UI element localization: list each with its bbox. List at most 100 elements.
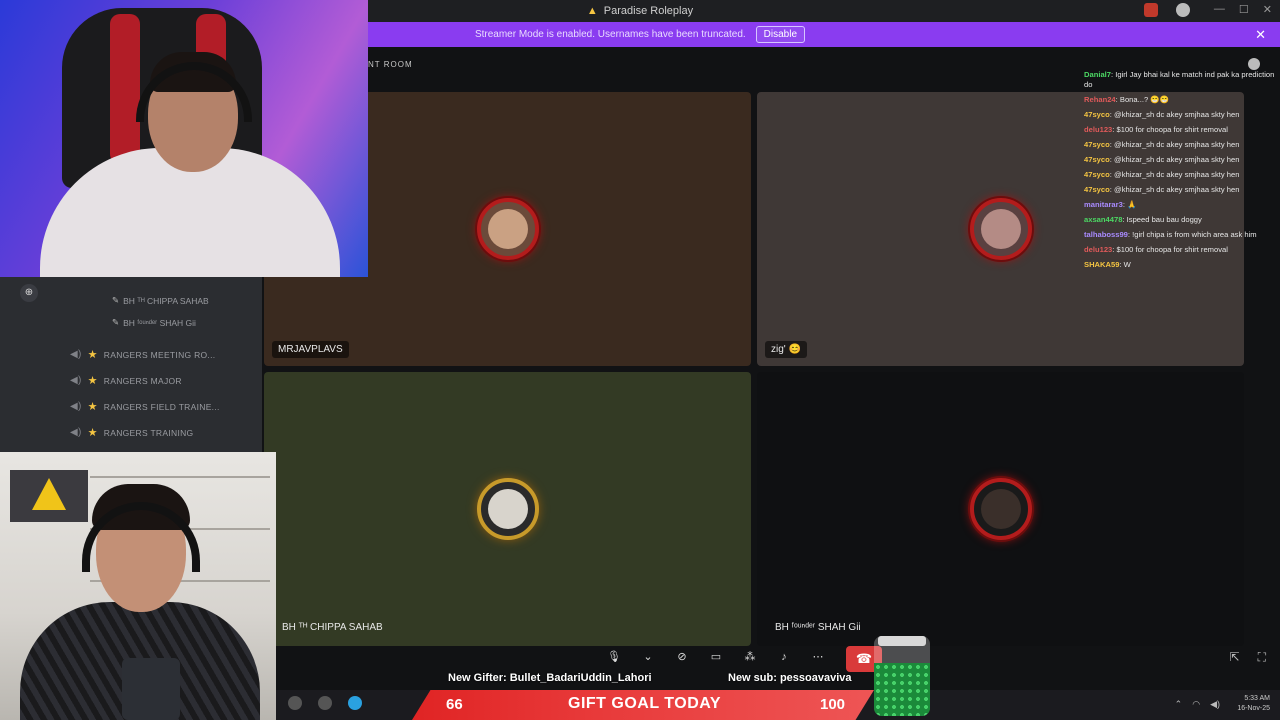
channel-rangers-major[interactable]: ◀) ★ RANGERS MAJOR (70, 374, 182, 387)
chat-message: 47syco: @khizar_sh dc akey smjhaa skty h… (1084, 155, 1276, 165)
banner-message: Streamer Mode is enabled. Usernames have… (474, 29, 746, 40)
channel-label: RANGERS MAJOR (103, 375, 182, 386)
chat-username: Danial7 (1084, 70, 1112, 79)
disable-button[interactable]: Disable (755, 26, 806, 43)
goal-title: GIFT GOAL TODAY (568, 695, 721, 712)
chat-username: 47syco (1084, 170, 1110, 179)
chat-text: : @khizar_sh dc akey smjhaa skty hen (1109, 110, 1240, 119)
voice-tile-3[interactable]: BH ᵀᴴ CHIPPA SAHAB (264, 372, 751, 646)
chat-message: Rehan24: Bona...? 😁😁 (1084, 95, 1276, 105)
chat-text: : @khizar_sh dc akey smjhaa skty hen (1109, 140, 1240, 149)
screen-share-icon[interactable]: ▭ (707, 648, 725, 666)
chat-text: : $100 for choopa for shirt removal (1112, 125, 1228, 134)
participant-name: BH ᶠᵒᵘⁿᵈᵉʳ SHAH Gii (775, 622, 861, 633)
chat-text: : !girl chipa is from which area ask him (1127, 230, 1257, 239)
window-close-button[interactable]: ✕ (1263, 3, 1272, 16)
app-icon[interactable] (288, 696, 302, 710)
clock-time: 5:33 AM (1244, 695, 1270, 702)
minimize-button[interactable]: — (1214, 3, 1225, 16)
chat-message: 47syco: @khizar_sh dc akey smjhaa skty h… (1084, 170, 1276, 180)
avatar-face (487, 489, 528, 529)
inbox-icon[interactable] (1144, 3, 1158, 17)
voice-tile-4[interactable]: BH ᶠᵒᵘⁿᵈᵉʳ SHAH Gii (757, 372, 1244, 646)
chat-message: 47syco: @khizar_sh dc akey smjhaa skty h… (1084, 110, 1276, 120)
chat-text: : @khizar_sh dc akey smjhaa skty hen (1109, 170, 1240, 179)
avatar (969, 198, 1032, 260)
pencil-icon: ✎ (112, 295, 120, 305)
chat-username: manitarar3 (1084, 200, 1123, 209)
chat-text: : $100 for choopa for shirt removal (1112, 245, 1228, 254)
chat-message: axsan4478: Ispeed bau bau doggy (1084, 215, 1276, 225)
star-icon: ★ (87, 427, 98, 439)
chat-message: manitarar3: 🙏 (1084, 200, 1276, 210)
chat-text: : @khizar_sh dc akey smjhaa skty hen (1109, 185, 1240, 194)
chat-username: SHAKA59 (1084, 260, 1120, 269)
more-icon[interactable]: ⋯ (809, 648, 827, 666)
mic-icon[interactable]: 🎙 (605, 648, 623, 666)
soundboard-icon[interactable]: ♪ (775, 648, 793, 666)
pencil-icon: ✎ (112, 317, 120, 327)
chat-text: : Ispeed bau bau doggy (1122, 215, 1202, 224)
goal-current: 66 (446, 696, 463, 713)
voice-channel-icon: ◀) (70, 427, 82, 438)
fullscreen-icon[interactable]: ⛶ (1258, 650, 1266, 665)
maximize-button[interactable]: ☐ (1239, 3, 1249, 16)
app-icon[interactable] (318, 696, 332, 710)
participant-name: BH ᵀᴴ CHIPPA SAHAB (282, 622, 383, 633)
camera-off-icon[interactable]: ⊘ (673, 648, 691, 666)
chat-username: 47syco (1084, 185, 1110, 194)
channel-rangers-training[interactable]: ◀) ★ RANGERS TRAINING (70, 426, 193, 439)
chat-username: Rehan24 (1084, 95, 1116, 104)
chat-message: delu123: $100 for choopa for shirt remov… (1084, 125, 1276, 135)
chat-message: 47syco: @khizar_sh dc akey smjhaa skty h… (1084, 140, 1276, 150)
new-sub-alert: New sub: pessoavaviva (728, 672, 852, 684)
app-icon[interactable] (348, 696, 362, 710)
chair-stripe (110, 14, 140, 164)
channel-label: RANGERS FIELD TRAINE... (103, 401, 220, 412)
popout-icon[interactable]: ⇱ (1230, 650, 1240, 665)
help-icon[interactable] (1176, 3, 1190, 17)
chat-message: talhaboss99: !girl chipa is from which a… (1084, 230, 1276, 240)
star-icon: ★ (87, 349, 98, 361)
star-icon: ★ (87, 401, 98, 413)
chat-bubble-icon (1248, 58, 1260, 70)
triangle-logo-icon: ▲ (586, 5, 598, 17)
goal-jar-fill (874, 663, 930, 716)
goal-target: 100 (820, 696, 846, 713)
chat-text: : W (1119, 260, 1131, 269)
clock[interactable]: 5:33 AM 16-Nov-25 (1237, 694, 1270, 714)
avatar-face (980, 209, 1021, 249)
chevron-down-icon[interactable]: ⌄ (639, 648, 657, 666)
chat-username: talhaboss99 (1084, 230, 1128, 239)
goal-jar-lid (878, 636, 926, 646)
channel-rangers-field[interactable]: ◀) ★ RANGERS FIELD TRAINE... (70, 400, 220, 413)
add-icon[interactable]: ⊕ (20, 284, 38, 302)
goal-jar (874, 636, 930, 716)
webcam-top (0, 0, 368, 277)
voice-channel-icon: ◀) (70, 375, 82, 386)
close-icon[interactable]: ✕ (1255, 27, 1266, 43)
chat-username: delu123 (1084, 125, 1113, 134)
voice-user-chippa[interactable]: ✎ BH ᵀᴴ CHIPPA SAHAB (112, 295, 209, 306)
chat-message: delu123: $100 for choopa for shirt remov… (1084, 245, 1276, 255)
wifi-icon[interactable]: ◠ (1192, 699, 1200, 710)
activities-icon[interactable]: ⁂ (741, 648, 759, 666)
window-title: Paradise Roleplay (603, 5, 694, 17)
chevron-up-icon[interactable]: ⌃ (1175, 699, 1183, 710)
user-label: BH ᶠᵒᵘⁿᵈᵉʳ SHAH Gii (123, 317, 196, 328)
voice-user-shah[interactable]: ✎ BH ᶠᵒᵘⁿᵈᵉʳ SHAH Gii (112, 317, 196, 328)
chat-username: delu123 (1084, 245, 1113, 254)
volume-icon[interactable]: ◀) (1210, 699, 1220, 710)
call-controls: 🎙 ⌄ ⊘ ▭ ⁂ ♪ ⋯ (605, 648, 827, 666)
new-gifter-alert: New Gifter: Bullet_BadariUddin_Lahori (448, 672, 652, 684)
stream-scene: ▲ Paradise Roleplay — ☐ ✕ Streamer Mode … (0, 0, 1280, 720)
user-label: BH ᵀᴴ CHIPPA SAHAB (123, 295, 209, 306)
channel-label: RANGERS TRAINING (103, 427, 194, 438)
chat-message: SHAKA59: W (1084, 260, 1276, 270)
logo-badge (10, 470, 88, 522)
chat-username: 47syco (1084, 140, 1110, 149)
chat-username: 47syco (1084, 110, 1110, 119)
chat-text: : 🙏 (1122, 200, 1137, 209)
channel-rangers-meeting[interactable]: ◀) ★ RANGERS MEETING RO... (70, 348, 215, 361)
chat-overlay: Danial7: Igirl Jay bhai kal ke match ind… (1084, 70, 1276, 275)
